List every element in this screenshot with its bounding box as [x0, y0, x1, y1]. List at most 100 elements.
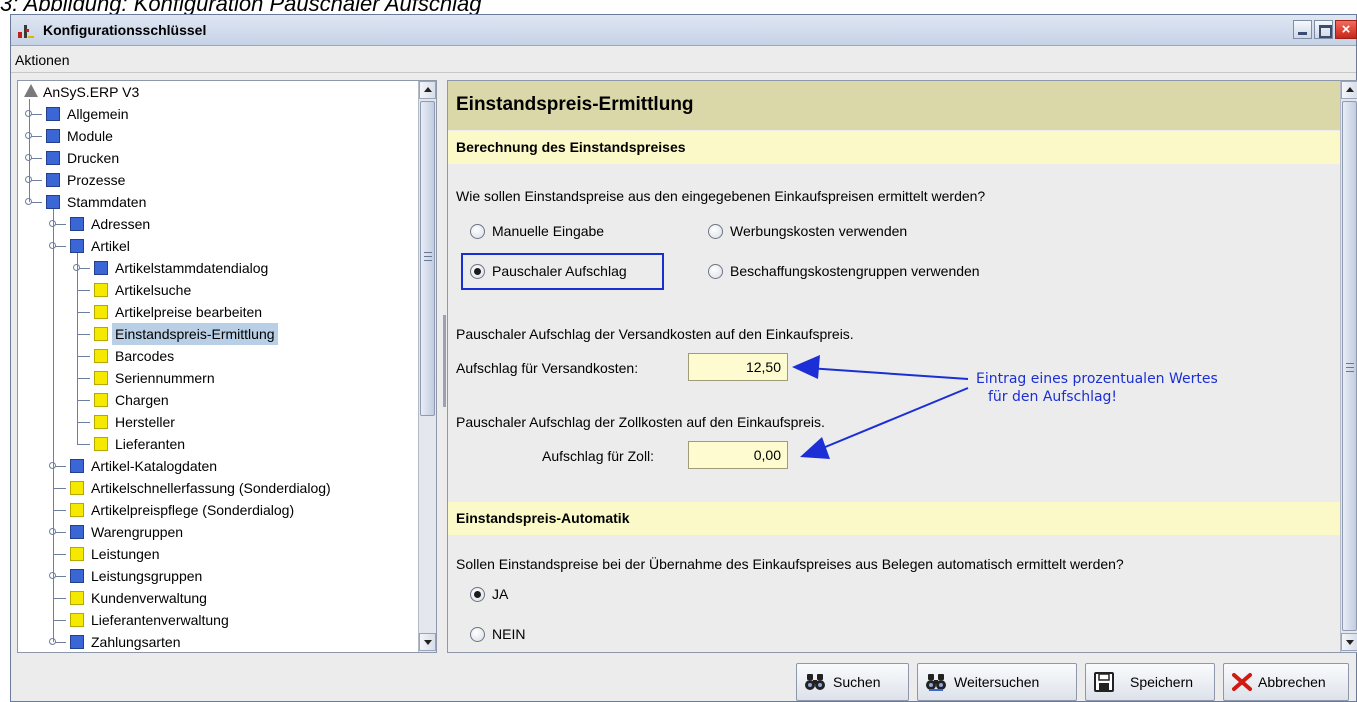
- folder-icon: [70, 217, 84, 231]
- annotation-line-2: für den Aufschlag!: [988, 389, 1118, 405]
- config-tree: AnSyS.ERP V3 Allgemein Module Drucken Proze…: [18, 81, 414, 652]
- leaf-icon: [94, 371, 108, 385]
- arrow-up-icon: [1346, 87, 1354, 92]
- leaf-icon: [94, 393, 108, 407]
- binoculars-icon: [805, 674, 825, 690]
- figure-caption: 3: Abbildung: Konfiguration Pauschaler A…: [0, 0, 482, 16]
- tree-item-label: Drucken: [67, 150, 120, 166]
- leaf-icon: [94, 349, 108, 363]
- save-button[interactable]: Speichern: [1085, 663, 1215, 701]
- leaf-icon: [94, 437, 108, 451]
- scroll-down-button[interactable]: [1341, 633, 1357, 651]
- tree-item-label: Chargen: [115, 392, 169, 408]
- close-icon: ×: [1341, 21, 1351, 38]
- save-icon: [1094, 672, 1114, 692]
- leaf-icon: [94, 415, 108, 429]
- scroll-thumb[interactable]: [420, 101, 435, 416]
- menu-aktionen[interactable]: Aktionen: [15, 52, 69, 68]
- tree-item[interactable]: Module: [18, 125, 414, 147]
- scroll-thumb[interactable]: [1342, 101, 1357, 631]
- config-window: Konfigurationsschlüssel × Aktionen AnSyS…: [10, 14, 1357, 702]
- search-next-button-label: Weitersuchen: [954, 674, 1040, 690]
- maximize-button[interactable]: [1314, 20, 1333, 39]
- search-button[interactable]: Suchen: [796, 663, 909, 701]
- arrow-head-zoll: [800, 437, 830, 459]
- scroll-down-button[interactable]: [419, 633, 436, 651]
- close-button[interactable]: ×: [1335, 20, 1357, 39]
- folder-icon: [70, 459, 84, 473]
- leaf-icon: [70, 481, 84, 495]
- tree-item-label: Warengruppen: [91, 524, 184, 540]
- arrow-line-zoll: [817, 387, 969, 451]
- annotation-line-1: Eintrag eines prozentualen Wertes: [976, 371, 1218, 387]
- tree-item-label: Adressen: [91, 216, 151, 232]
- tree-item[interactable]: Adressen: [18, 213, 414, 235]
- tree-item-label: Prozesse: [67, 172, 126, 188]
- folder-icon: [70, 525, 84, 539]
- tree-item[interactable]: Warengruppen: [18, 521, 414, 543]
- tree-item[interactable]: Lieferantenverwaltung: [18, 609, 414, 631]
- tree-item[interactable]: Artikelschnellerfassung (Sonderdialog): [18, 477, 414, 499]
- section-title-automatik: Einstandspreis-Automatik: [456, 510, 630, 526]
- folder-icon: [94, 261, 108, 275]
- root-icon: [24, 84, 38, 97]
- folder-icon: [46, 173, 60, 187]
- config-tree-panel: AnSyS.ERP V3 Allgemein Module Drucken Proze…: [17, 80, 437, 653]
- leaf-icon: [94, 327, 108, 341]
- tree-item-label: Einstandspreis-Ermittlung: [112, 323, 278, 345]
- tree-scrollbar[interactable]: [418, 81, 436, 652]
- section-header-automatik: Einstandspreis-Automatik: [448, 502, 1340, 535]
- tree-item-label: Artikelpreispflege (Sonderdialog): [91, 502, 295, 518]
- arrow-head-versand: [792, 355, 820, 379]
- folder-icon: [46, 151, 60, 165]
- folder-icon: [70, 239, 84, 253]
- tree-item-label: Artikelschnellerfassung (Sonderdialog): [91, 480, 331, 496]
- radio-circle: [470, 627, 485, 642]
- app-icon: [18, 25, 34, 38]
- tree-item-label: Leistungen: [91, 546, 160, 562]
- search-next-button[interactable]: Weitersuchen: [917, 663, 1077, 701]
- question-automatik: Sollen Einstandspreise bei der Übernahme…: [456, 556, 1124, 572]
- scroll-up-button[interactable]: [419, 81, 436, 99]
- window-title: Konfigurationsschlüssel: [43, 22, 207, 38]
- tree-item-label: Artikel-Katalogdaten: [91, 458, 218, 474]
- arrow-down-icon: [1346, 640, 1354, 645]
- tree-item[interactable]: Drucken: [18, 147, 414, 169]
- tree-item[interactable]: Artikel-Katalogdaten: [18, 455, 414, 477]
- tree-item-label: Hersteller: [115, 414, 175, 430]
- tree-item-label: Stammdaten: [67, 194, 147, 210]
- scroll-up-button[interactable]: [1341, 81, 1357, 99]
- save-button-label: Speichern: [1130, 674, 1194, 690]
- search-button-label: Suchen: [833, 674, 881, 690]
- leaf-icon: [70, 591, 84, 605]
- annotation-arrows: [792, 355, 969, 459]
- tree-item-label: Lieferanten: [115, 436, 186, 452]
- tree-item-label: Module: [67, 128, 113, 144]
- cancel-button[interactable]: Abbrechen: [1223, 663, 1349, 701]
- tree-item-label: Barcodes: [115, 348, 175, 364]
- tree-item[interactable]: Allgemein: [18, 103, 414, 125]
- title-bar: Konfigurationsschlüssel ×: [11, 15, 1357, 46]
- tree-item[interactable]: Leistungsgruppen: [18, 565, 414, 587]
- folder-icon: [46, 129, 60, 143]
- folder-icon: [70, 635, 84, 649]
- tree-item[interactable]: Leistungen: [18, 543, 414, 565]
- tree-item[interactable]: Kundenverwaltung: [18, 587, 414, 609]
- content-panel: Einstandspreis-Ermittlung Berechnung des…: [447, 80, 1357, 653]
- tree-item-label: Allgemein: [67, 106, 129, 122]
- folder-icon: [70, 569, 84, 583]
- tree-item-label: Kundenverwaltung: [91, 590, 207, 606]
- leaf-icon: [94, 283, 108, 297]
- tree-item-label: Artikel: [91, 238, 130, 254]
- tree-item[interactable]: Prozesse: [18, 169, 414, 191]
- leaf-icon: [70, 547, 84, 561]
- content-scrollbar[interactable]: [1340, 81, 1357, 652]
- tree-root-label: AnSyS.ERP V3: [43, 84, 140, 100]
- tree-item[interactable]: Stammdaten: [18, 191, 414, 213]
- tree-item-label: Seriennummern: [115, 370, 215, 386]
- tree-item[interactable]: Artikelpreispflege (Sonderdialog): [18, 499, 414, 521]
- tree-item[interactable]: Zahlungsarten: [18, 631, 414, 652]
- cancel-button-label: Abbrechen: [1258, 674, 1326, 690]
- binoculars-next-icon: [926, 674, 946, 691]
- minimize-button[interactable]: [1293, 20, 1312, 39]
